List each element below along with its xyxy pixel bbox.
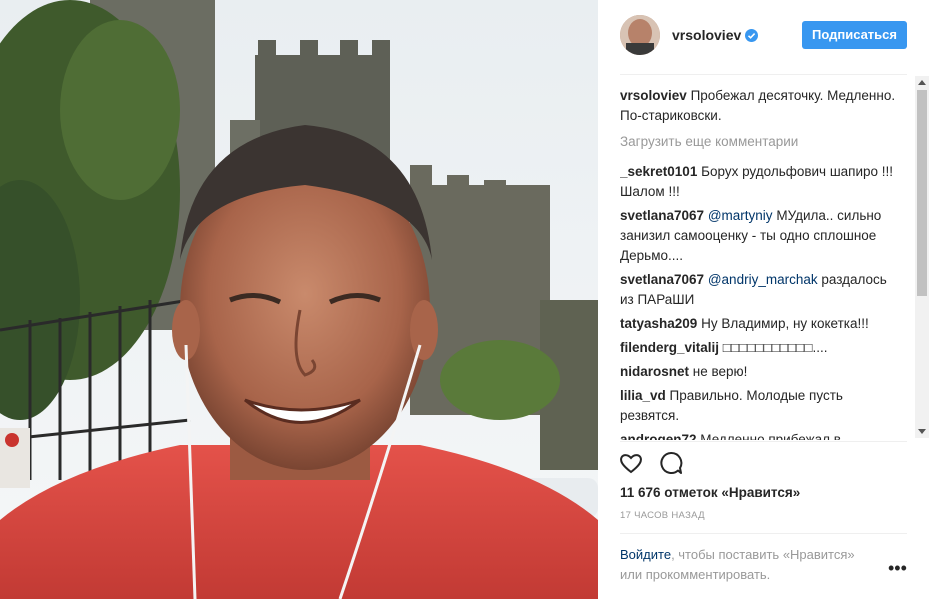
comment-item: _sekret0101 Борух рудольфович шапиро !!!… [620,162,896,202]
verified-badge-icon [745,28,759,42]
login-link[interactable]: Войдите [620,547,671,562]
post-photo[interactable] [0,0,598,599]
comment-item: androgen72 Медленно прибежал в □□□□□□!!!… [620,430,896,440]
login-prompt: Войдите, чтобы поставить «Нравится» или … [620,545,880,585]
comment-text: не верю! [692,364,748,379]
comment-item: svetlana7067 @andriy_marchak раздалось и… [620,270,896,310]
comment-text: Ну Владимир, ну кокетка!!! [701,316,869,331]
comment-item: svetlana7067 @martyniy МУдила.. сильно з… [620,206,896,266]
more-options-icon[interactable]: ••• [888,559,907,577]
post-actions [618,450,684,480]
comment-mention[interactable]: @andriy_marchak [708,272,818,287]
footer-divider [620,533,907,534]
likes-count[interactable]: 11 676 отметок «Нравится» [620,485,800,500]
post-header: vrsoloviev Подписаться [620,13,907,57]
comment-item: nidarosnet не верю! [620,362,896,382]
load-more-comments-link[interactable]: Загрузить еще комментарии [620,132,896,152]
selfie-image [0,0,598,599]
comment-username[interactable]: _sekret0101 [620,164,697,179]
comment-item: lilia_vd Правильно. Молодые пусть резвят… [620,386,896,426]
post-sidebar: vrsoloviev Подписаться vrsoloviev Пробеж… [598,0,929,599]
follow-button[interactable]: Подписаться [801,21,907,49]
avatar-image [620,15,660,55]
header-divider [620,74,907,75]
comments-divider [620,441,907,442]
comment-username[interactable]: svetlana7067 [620,208,704,223]
comments-scrollbar[interactable] [915,76,929,438]
scrollbar-thumb[interactable] [917,90,927,296]
avatar[interactable] [620,15,660,55]
scroll-down-icon[interactable] [918,429,926,434]
comment-username[interactable]: androgen72 [620,432,697,440]
comment-username[interactable]: filenderg_vitalij [620,340,719,355]
comment-username[interactable]: nidarosnet [620,364,689,379]
scroll-up-icon[interactable] [918,80,926,85]
comment-username[interactable]: tatyasha209 [620,316,697,331]
comments-list: vrsoloviev Пробежал десяточку. Медленно.… [620,86,896,440]
username-link[interactable]: vrsoloviev [672,27,741,43]
comment-username[interactable]: lilia_vd [620,388,666,403]
comment-text: □□□□□□□□□□□.... [722,340,828,355]
caption: vrsoloviev Пробежал десяточку. Медленно.… [620,86,896,126]
post-timestamp[interactable]: 17 ЧАСОВ НАЗАД [620,510,705,521]
comment-mention[interactable]: @martyniy [708,208,773,223]
comment-item: tatyasha209 Ну Владимир, ну кокетка!!! [620,314,896,334]
comment-item: filenderg_vitalij □□□□□□□□□□□.... [620,338,896,358]
instagram-post: vrsoloviev Подписаться vrsoloviev Пробеж… [0,0,929,599]
caption-username[interactable]: vrsoloviev [620,88,687,103]
heart-icon[interactable] [618,450,644,476]
comment-icon[interactable] [658,450,684,476]
comment-username[interactable]: svetlana7067 [620,272,704,287]
